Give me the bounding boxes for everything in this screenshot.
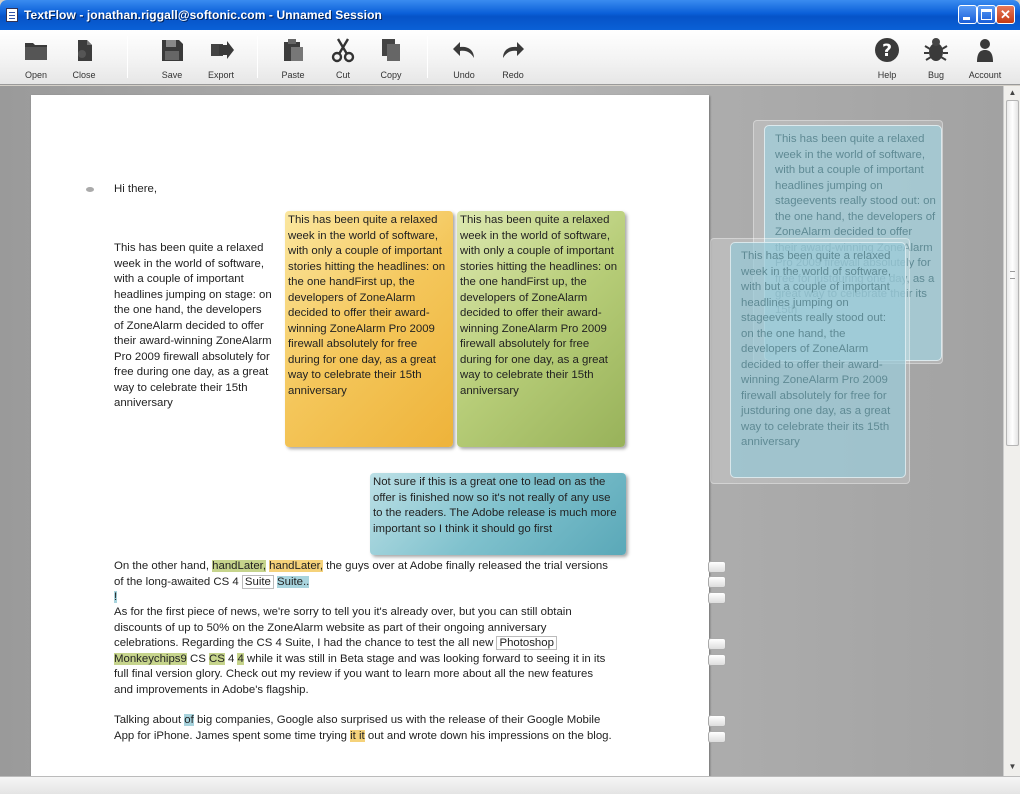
scroll-down-icon[interactable]: ▼ xyxy=(1006,762,1019,772)
highlight-suite-2[interactable]: Suite.. xyxy=(277,575,310,588)
bug-label: Bug xyxy=(927,70,944,80)
p3-text: 4 xyxy=(224,652,238,665)
floppy-disk-icon xyxy=(162,40,183,61)
export-button[interactable]: Export xyxy=(197,34,245,82)
greeting: Hi there, xyxy=(114,183,158,195)
close-label: Close xyxy=(72,70,96,80)
copy-label: Copy xyxy=(380,70,402,80)
highlight-cs[interactable]: CS xyxy=(208,652,225,665)
minimize-icon xyxy=(963,17,970,20)
highlight-monkeychips[interactable]: Monkeychips9 xyxy=(114,652,187,665)
export-icon xyxy=(211,41,234,59)
cut-label: Cut xyxy=(335,70,350,80)
undo-label: Undo xyxy=(453,70,475,80)
maximize-icon xyxy=(981,9,992,20)
p3-text: CS xyxy=(186,652,209,665)
p4-text: out and wrote down his impressions on th… xyxy=(364,729,612,742)
account-label: Account xyxy=(968,70,1002,80)
bug-icon xyxy=(924,38,948,61)
close-doc-button[interactable]: Close xyxy=(60,34,108,82)
margin-tab[interactable] xyxy=(708,715,726,727)
maximize-button[interactable] xyxy=(977,5,996,24)
user-icon xyxy=(977,39,993,62)
note-green[interactable]: This has been quite a relaxed week in th… xyxy=(457,211,625,447)
bug-button[interactable]: Bug xyxy=(912,34,960,82)
clipboard-icon xyxy=(284,39,303,61)
grip-icon xyxy=(1010,271,1015,279)
paste-button[interactable]: Paste xyxy=(269,34,317,82)
note-blue[interactable]: Not sure if this is a great one to lead … xyxy=(370,473,626,555)
folder-icon xyxy=(25,43,47,60)
account-button[interactable]: Account xyxy=(961,34,1009,82)
ghost-note-front[interactable]: This has been quite a relaxed week in th… xyxy=(730,242,906,478)
help-question-icon: ? xyxy=(875,38,899,62)
p4-text: Talking about xyxy=(114,714,185,726)
open-label: Open xyxy=(24,70,48,80)
toolbar: Open Close Save Export Paste Cut Copy Un… xyxy=(0,30,1020,85)
undo-arrow-icon xyxy=(453,42,474,58)
close-document-icon xyxy=(78,40,92,61)
highlight-it-it[interactable]: it it xyxy=(350,729,365,742)
help-label: Help xyxy=(877,70,897,80)
toolbar-separator xyxy=(257,36,258,78)
app-icon xyxy=(6,8,18,22)
margin-tab[interactable] xyxy=(708,731,726,743)
highlight-of[interactable]: of xyxy=(184,714,194,726)
help-button[interactable]: ? Help xyxy=(863,34,911,82)
margin-tab[interactable] xyxy=(708,592,726,604)
redo-arrow-icon xyxy=(503,42,524,58)
highlight-mark[interactable]: ! xyxy=(114,591,118,603)
highlight-suite[interactable]: Suite xyxy=(241,574,274,589)
close-window-button[interactable]: ✕ xyxy=(996,5,1015,24)
toolbar-separator xyxy=(127,36,128,78)
export-label: Export xyxy=(207,70,234,80)
window-title: TextFlow - jonathan.riggall@softonic.com… xyxy=(24,8,382,22)
highlight-handlater-2[interactable]: handLater, xyxy=(269,560,324,572)
undo-button[interactable]: Undo xyxy=(440,34,488,82)
cut-button[interactable]: Cut xyxy=(319,34,367,82)
highlight-handlater[interactable]: handLater, xyxy=(212,560,266,572)
paragraph-4: Talking about of big companies, Google a… xyxy=(114,713,614,744)
open-button[interactable]: Open xyxy=(12,34,60,82)
margin-tab[interactable] xyxy=(708,561,726,573)
paragraph-2: On the other hand, handLater, handLater,… xyxy=(114,559,612,606)
scrollbar-thumb[interactable] xyxy=(1006,100,1019,446)
minimize-button[interactable] xyxy=(958,5,977,24)
redo-button[interactable]: Redo xyxy=(489,34,537,82)
vertical-scrollbar[interactable]: ▲ ▼ xyxy=(1003,86,1020,776)
p2-text: On the other hand, xyxy=(114,560,213,572)
margin-tab[interactable] xyxy=(708,638,726,650)
toolbar-separator xyxy=(427,36,428,78)
status-strip xyxy=(0,776,1020,794)
title-bar: TextFlow - jonathan.riggall@softonic.com… xyxy=(0,0,1020,30)
save-button[interactable]: Save xyxy=(148,34,196,82)
workspace: This has been quite a relaxed week in th… xyxy=(0,86,1003,776)
document-page[interactable]: Hi there, This has been quite a relaxed … xyxy=(31,95,726,776)
highlight-photoshop[interactable]: Photoshop xyxy=(496,636,557,650)
redo-label: Redo xyxy=(502,70,524,80)
bullet-icon xyxy=(86,187,94,192)
margin-tab[interactable] xyxy=(708,576,726,588)
paragraph-1: This has been quite a relaxed week in th… xyxy=(114,242,272,409)
copy-button[interactable]: Copy xyxy=(367,34,415,82)
close-icon: ✕ xyxy=(1000,7,1011,22)
svg-text:?: ? xyxy=(882,41,892,61)
note-yellow[interactable]: This has been quite a relaxed week in th… xyxy=(285,211,453,447)
margin-tab[interactable] xyxy=(708,654,726,666)
save-label: Save xyxy=(161,70,183,80)
copy-icon xyxy=(382,39,400,61)
paragraph-3: As for the first piece of news, we're so… xyxy=(114,605,610,698)
scissors-icon xyxy=(331,38,355,63)
scroll-up-icon[interactable]: ▲ xyxy=(1006,88,1019,98)
paste-label: Paste xyxy=(281,70,305,80)
